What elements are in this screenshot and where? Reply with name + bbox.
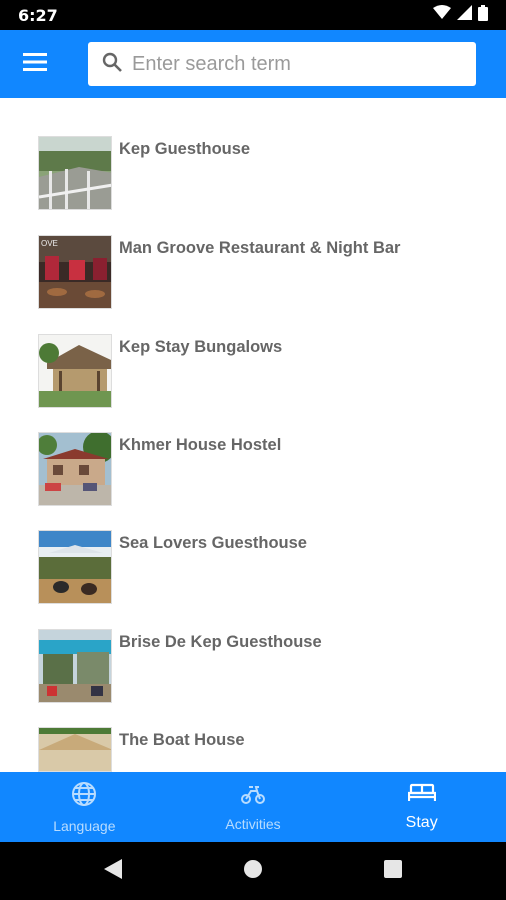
nav-label: Activities [225,815,281,832]
wifi-icon [433,5,451,25]
listing-thumbnail [38,136,112,210]
battery-icon [478,4,488,26]
back-icon [104,858,122,884]
search-icon [102,52,122,77]
search-box[interactable] [88,42,476,86]
listing-title: Kep Guesthouse [119,140,251,158]
home-button[interactable] [183,842,323,900]
listing-title: Khmer House Hostel [119,436,282,454]
listing-thumbnail [38,334,112,408]
globe-icon [71,781,97,812]
listing-thumbnail [38,727,112,772]
list-item[interactable]: Kep Guesthouse [38,136,478,212]
listing-title: Brise De Kep Guesthouse [119,633,322,651]
list-item[interactable]: Sea Lovers Guesthouse [38,530,478,606]
list-item[interactable]: OVE Man Groove Restaurant & Night Bar [38,235,478,311]
system-navigation-bar [0,842,506,900]
listing-title: The Boat House [119,731,245,749]
recents-button[interactable] [323,842,463,900]
listing-title: Sea Lovers Guesthouse [119,534,307,552]
nav-label: Stay [405,813,438,831]
listing-title: Man Groove Restaurant & Night Bar [119,239,401,257]
listing-list: Kep Guesthouse OVE Man Groove Restaurant… [0,98,506,772]
activities-icon [240,783,266,810]
listing-thumbnail [38,432,112,506]
nav-label: Language [53,817,116,834]
home-icon [243,859,263,884]
cell-signal-icon [457,5,472,25]
listing-title: Kep Stay Bungalows [119,338,283,356]
hamburger-menu-icon [23,52,47,76]
recents-icon [384,859,402,883]
list-item[interactable]: The Boat House [38,727,478,772]
status-bar: 6:27 [0,0,506,30]
app-bar [0,30,506,98]
status-time: 6:27 [18,5,58,25]
listing-thumbnail [38,629,112,703]
menu-button[interactable] [0,30,70,98]
list-item[interactable]: Kep Stay Bungalows [38,334,478,410]
listing-thumbnail [38,530,112,604]
status-icons [433,4,488,26]
search-input[interactable] [132,52,452,76]
nav-stay[interactable]: Stay [337,772,506,842]
nav-activities[interactable]: Activities [169,772,338,842]
list-item[interactable]: Brise De Kep Guesthouse [38,629,478,705]
list-item[interactable]: Khmer House Hostel [38,432,478,508]
bed-icon [407,783,436,808]
bottom-navigation: Language Activities Stay [0,772,506,842]
svg-text:OVE: OVE [41,239,58,248]
listing-thumbnail: OVE [38,235,112,309]
back-button[interactable] [43,842,183,900]
nav-language[interactable]: Language [0,772,169,842]
